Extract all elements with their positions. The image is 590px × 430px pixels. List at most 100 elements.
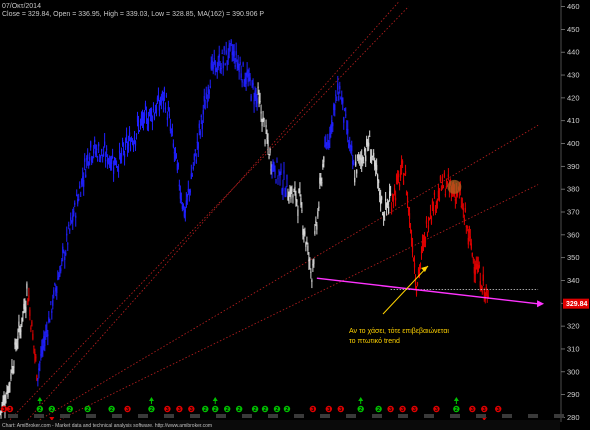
candle-body [247, 78, 249, 83]
candle-body [408, 213, 411, 219]
candle-body [228, 44, 230, 51]
candle-body [139, 120, 142, 123]
candle-body [297, 209, 299, 216]
signal-label: 2 [86, 407, 89, 413]
candle-body [479, 281, 481, 287]
candle-body [148, 115, 151, 117]
candle-body [172, 143, 174, 147]
candle-body [329, 133, 331, 140]
candle-body [323, 156, 325, 163]
candle-body [164, 107, 167, 110]
y-tick-label: 280 [567, 413, 580, 422]
candle-body [145, 112, 148, 116]
candle-body [397, 173, 400, 178]
candle-body [373, 152, 375, 157]
candle-body [78, 198, 80, 200]
candle-body [258, 96, 260, 104]
candle-body [177, 163, 179, 167]
candle-body [411, 245, 414, 253]
candle-body [230, 40, 232, 44]
candle-body [175, 154, 177, 159]
candle-body [120, 152, 123, 157]
candle-body [202, 110, 204, 115]
candle-body [407, 209, 410, 212]
candle-body [225, 50, 227, 54]
candle-body [108, 158, 110, 161]
candle-body [382, 213, 384, 215]
candle-body [330, 125, 332, 133]
candle-body [274, 169, 276, 175]
candle-body [191, 175, 193, 177]
candle-body [370, 156, 372, 163]
candle-body [460, 205, 462, 207]
candle-body [439, 176, 442, 181]
candle-body [115, 165, 118, 167]
candle-body [354, 177, 356, 183]
candle-body [306, 242, 308, 244]
candle-body [222, 61, 224, 69]
candle-body [128, 132, 131, 136]
candle-body [249, 77, 251, 81]
candle-body [68, 224, 70, 227]
x-tick-mark [60, 414, 70, 418]
x-tick-mark [34, 414, 44, 418]
candle-body [282, 188, 284, 192]
candle-body [447, 174, 449, 178]
candle-body [99, 160, 101, 162]
candle-body [470, 243, 472, 249]
candle-body [150, 109, 153, 117]
candle-body [35, 356, 37, 359]
candle-body [351, 145, 353, 151]
candle-body [9, 382, 11, 385]
candle-body [127, 143, 130, 146]
candle-body [64, 256, 66, 260]
candle-body [97, 159, 99, 161]
candle-body [462, 208, 464, 211]
price-chart[interactable]: 07/Οκτ/2014 Close = 329.84, Open = 336.9… [0, 0, 590, 430]
candle-body [406, 197, 409, 203]
signal-label: 2 [455, 407, 458, 413]
candle-body [19, 328, 21, 336]
candle-body [409, 229, 412, 231]
candle-body [195, 159, 197, 163]
candle-body [168, 114, 170, 116]
candle-body [227, 55, 229, 60]
candle-body [304, 231, 306, 235]
candle-body [106, 148, 108, 150]
candle-body [467, 237, 469, 245]
candle-body [76, 194, 78, 196]
candle-body [318, 206, 320, 209]
candle-body [34, 351, 36, 356]
candle-body [309, 258, 311, 261]
signal-label: 3 [483, 407, 486, 413]
candle-body [343, 117, 345, 123]
candle-body [63, 250, 65, 252]
candle-body [277, 177, 279, 180]
y-tick-label: 360 [567, 230, 580, 239]
candle-body [13, 366, 15, 368]
candle-body [111, 156, 114, 158]
candle-body [393, 188, 396, 195]
candle-body [88, 162, 90, 166]
y-tick-label: 310 [567, 344, 580, 353]
candle-body [291, 188, 293, 192]
candle-body [210, 62, 212, 69]
candle-body [250, 95, 252, 101]
candle-body [446, 181, 448, 185]
candle-body [7, 390, 9, 397]
price-tag: 329.84 [563, 298, 589, 309]
candle-body [438, 197, 441, 201]
signal-label: 2 [214, 407, 217, 413]
candle-body [311, 279, 313, 282]
candle-body [266, 137, 268, 139]
candle-body [268, 156, 270, 159]
candle-body [292, 194, 294, 198]
candle-body [253, 99, 255, 105]
signal-label: 2 [275, 407, 278, 413]
y-tick-label: 340 [567, 276, 580, 285]
candle-body [165, 95, 168, 97]
candle-body [368, 142, 370, 147]
candle-body [482, 274, 484, 281]
candle-body [80, 195, 82, 197]
candle-body [290, 192, 292, 199]
